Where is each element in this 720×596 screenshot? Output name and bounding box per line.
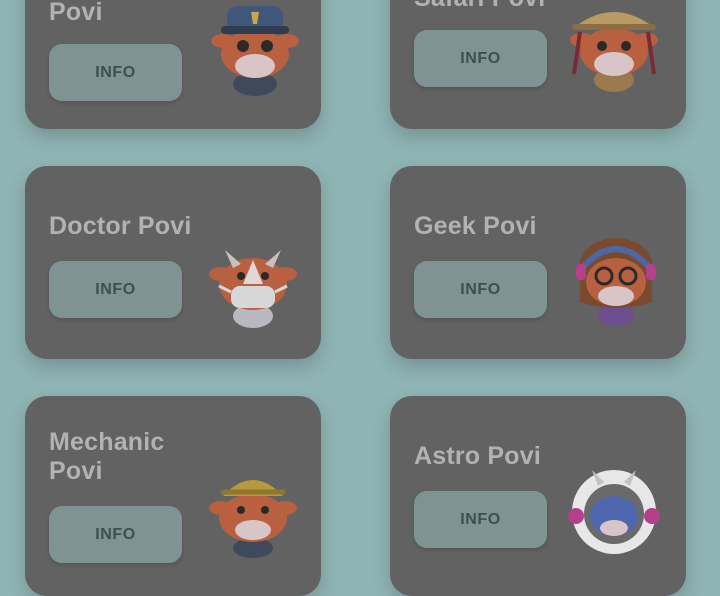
info-button[interactable]: INFO: [49, 261, 182, 318]
card-title: Geek Povi: [414, 212, 537, 240]
mechanic-cow-icon: [209, 480, 297, 558]
info-button[interactable]: INFO: [49, 506, 182, 563]
character-card-mechanic: Mechanic Povi INFO: [25, 396, 321, 596]
card-title: Safari Povi: [414, 0, 545, 13]
info-button[interactable]: INFO: [414, 491, 547, 548]
character-card-geek: Geek Povi INFO: [390, 166, 686, 359]
character-card-safari: Safari Povi INFO: [390, 0, 686, 129]
geek-cow-icon: [576, 238, 656, 326]
card-title: Povi: [49, 0, 103, 26]
police-cow-icon: [211, 6, 299, 96]
doctor-cow-icon: [209, 250, 297, 328]
info-button[interactable]: INFO: [49, 44, 182, 101]
card-title: Astro Povi: [414, 442, 542, 470]
card-title: Mechanic Povi: [49, 428, 165, 485]
safari-cow-icon: [570, 12, 658, 92]
character-card-doctor: Doctor Povi INFO: [25, 166, 321, 359]
info-button[interactable]: INFO: [414, 30, 547, 87]
character-card-police: Povi INFO: [25, 0, 321, 129]
character-card-astro: Astro Povi INFO: [390, 396, 686, 596]
info-button[interactable]: INFO: [414, 261, 547, 318]
astro-cow-icon: [568, 470, 660, 554]
card-title: Doctor Povi: [49, 212, 192, 240]
